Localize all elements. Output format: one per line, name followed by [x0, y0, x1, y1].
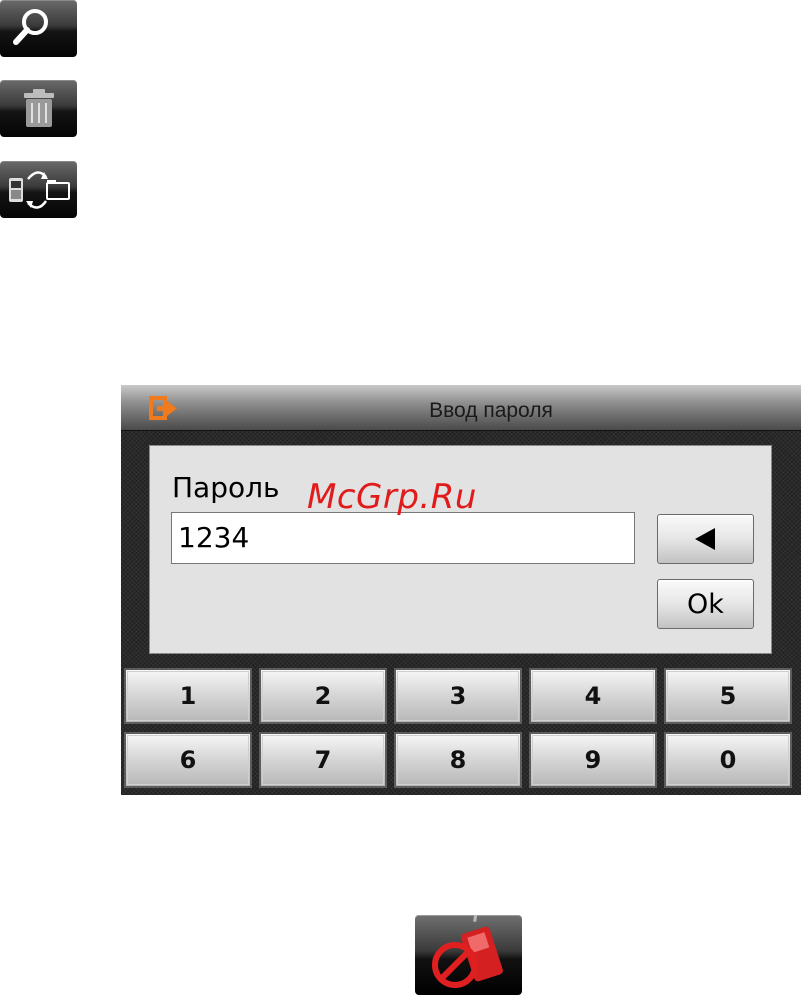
key-2[interactable]: 2 — [259, 668, 387, 724]
key-4[interactable]: 4 — [529, 668, 657, 724]
password-input[interactable]: 1234 — [171, 512, 635, 564]
trash-icon — [24, 89, 54, 127]
ok-button[interactable]: Ok — [657, 579, 754, 629]
search-button[interactable] — [0, 0, 77, 57]
sync-button[interactable] — [0, 161, 77, 218]
key-0[interactable]: 0 — [664, 732, 792, 788]
key-1[interactable]: 1 — [124, 668, 252, 724]
backspace-button[interactable] — [657, 514, 754, 564]
delete-button[interactable] — [0, 80, 77, 137]
password-dialog: Ввод пароля Пароль 1234 Ok 1 2 3 4 5 6 7… — [121, 385, 801, 795]
blocked-phone-icon — [432, 915, 503, 988]
key-8[interactable]: 8 — [394, 732, 522, 788]
dialog-titlebar: Ввод пароля — [121, 385, 801, 431]
phone-sync-icon — [9, 171, 70, 209]
blocked-button[interactable] — [415, 915, 522, 995]
dialog-title: Ввод пароля — [429, 399, 553, 422]
password-label: Пароль — [172, 471, 280, 504]
key-3[interactable]: 3 — [394, 668, 522, 724]
exit-icon[interactable] — [149, 396, 179, 420]
backspace-icon — [694, 528, 715, 550]
key-7[interactable]: 7 — [259, 732, 387, 788]
key-6[interactable]: 6 — [124, 732, 252, 788]
search-icon — [13, 9, 48, 45]
key-5[interactable]: 5 — [664, 668, 792, 724]
key-9[interactable]: 9 — [529, 732, 657, 788]
watermark: McGrp.Ru — [307, 477, 477, 517]
